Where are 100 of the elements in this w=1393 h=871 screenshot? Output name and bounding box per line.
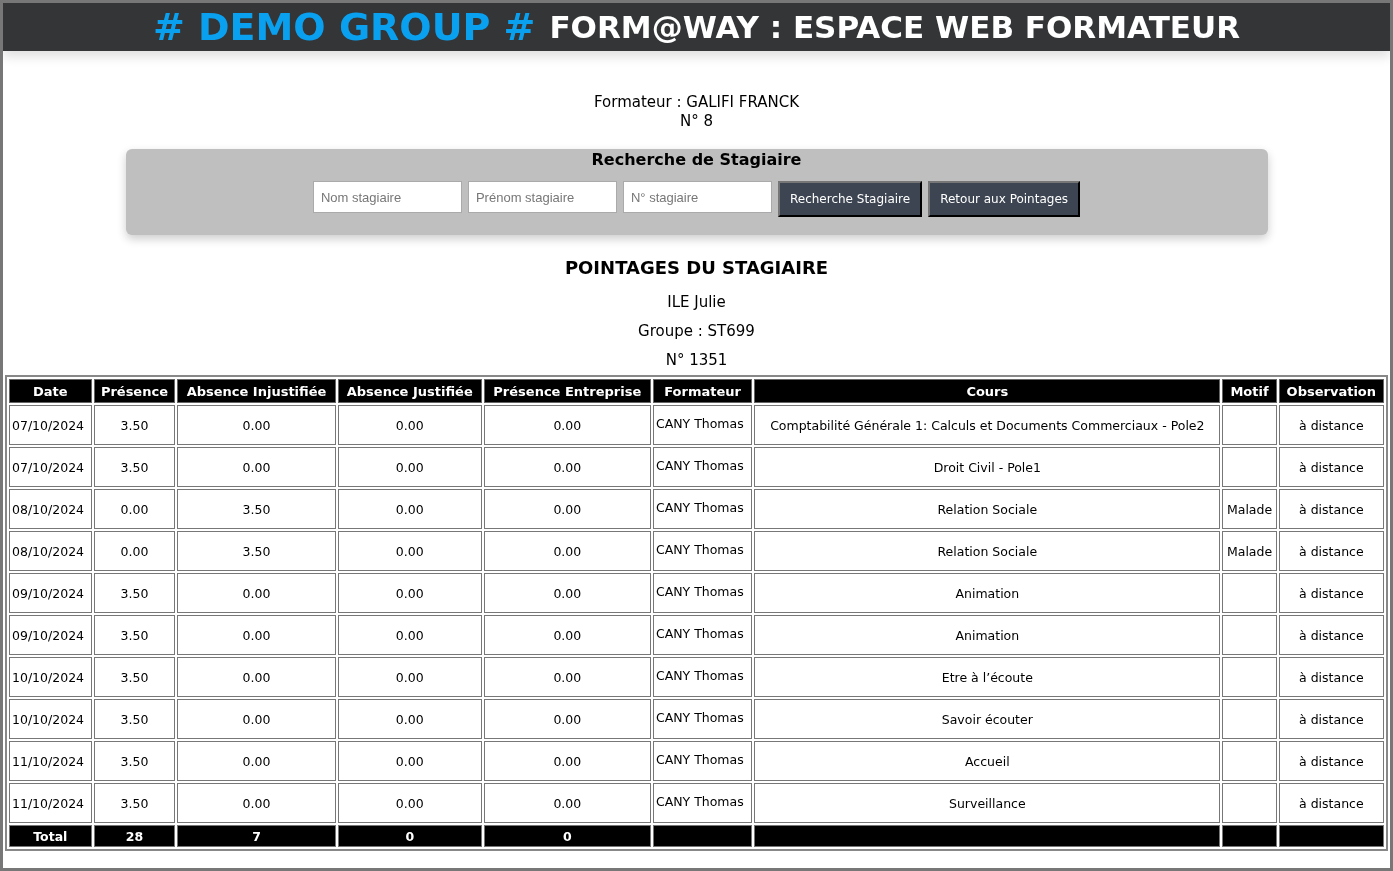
table-cell: 11/10/2024 xyxy=(9,783,92,823)
table-cell: CANY Thomas xyxy=(652,489,753,529)
table-cell: 0.00 xyxy=(483,741,651,781)
table-cell: à distance xyxy=(1278,531,1384,571)
table-cell: 0.00 xyxy=(337,489,482,529)
table-cell: 09/10/2024 xyxy=(9,573,92,613)
table-cell: 07/10/2024 xyxy=(9,447,92,487)
table-cell: Malade xyxy=(1222,489,1277,529)
table-cell: CANY Thomas xyxy=(652,699,753,739)
table-cell: à distance xyxy=(1278,741,1384,781)
table-cell: Etre à l’écoute xyxy=(754,657,1221,697)
table-cell: 0.00 xyxy=(177,405,336,445)
table-cell: 0.00 xyxy=(483,657,651,697)
table-cell: à distance xyxy=(1278,615,1384,655)
table-cell: 3.50 xyxy=(93,405,176,445)
table-cell: 0.00 xyxy=(337,405,482,445)
table-cell: à distance xyxy=(1278,489,1384,529)
table-cell: 0.00 xyxy=(337,573,482,613)
table-cell: 0.00 xyxy=(337,447,482,487)
table-cell: 08/10/2024 xyxy=(9,489,92,529)
table-cell xyxy=(1222,741,1277,781)
table-cell: 3.50 xyxy=(177,489,336,529)
column-header: Date xyxy=(9,379,92,403)
table-cell: 0.00 xyxy=(483,783,651,823)
table-cell xyxy=(1222,699,1277,739)
total-label: Total xyxy=(9,825,92,847)
total-cell: 0 xyxy=(483,825,651,847)
table-cell: 0.00 xyxy=(337,699,482,739)
search-field[interactable]: Nom stagiaire xyxy=(312,181,462,213)
table-cell: CANY Thomas xyxy=(652,657,753,697)
table-cell: à distance xyxy=(1278,573,1384,613)
table-cell: à distance xyxy=(1278,657,1384,697)
total-cell xyxy=(1222,825,1277,847)
table-cell: 0.00 xyxy=(337,741,482,781)
table-cell: Savoir écouter xyxy=(754,699,1221,739)
table-cell: à distance xyxy=(1278,447,1384,487)
table-cell: 3.50 xyxy=(93,699,176,739)
table-cell: 0.00 xyxy=(483,405,651,445)
table-cell: 0.00 xyxy=(177,657,336,697)
app-title: FORM@WAY : ESPACE WEB FORMATEUR xyxy=(549,9,1240,45)
table-cell xyxy=(1222,657,1277,697)
table-cell: Droit Civil - Pole1 xyxy=(754,447,1221,487)
table-cell: 3.50 xyxy=(93,783,176,823)
table-cell: 10/10/2024 xyxy=(9,699,92,739)
column-header: Absence Justifiée xyxy=(337,379,482,403)
trainer-number: N° 8 xyxy=(678,112,714,131)
search-field[interactable]: Prénom stagiaire xyxy=(467,181,617,213)
table-cell: Relation Sociale xyxy=(754,489,1221,529)
trainee-group: Groupe : ST699 xyxy=(3,317,1390,346)
trainee-name: ILE Julie xyxy=(666,292,727,313)
table-cell: 08/10/2024 xyxy=(9,531,92,571)
column-header: Absence Injustifiée xyxy=(177,379,336,403)
column-header: Cours xyxy=(754,379,1221,403)
table-cell: 0.00 xyxy=(177,699,336,739)
table-cell: 0.00 xyxy=(177,783,336,823)
column-header: Formateur xyxy=(652,379,753,403)
table-cell: 3.50 xyxy=(93,657,176,697)
column-header: Présence Entreprise xyxy=(483,379,651,403)
table-cell xyxy=(1222,573,1277,613)
search-button[interactable]: Recherche Stagiaire xyxy=(777,181,923,217)
table-cell: 0.00 xyxy=(483,573,651,613)
search-field[interactable]: N° stagiaire xyxy=(622,181,772,213)
table-cell: 09/10/2024 xyxy=(9,615,92,655)
table-cell: 3.50 xyxy=(93,741,176,781)
table-cell: 10/10/2024 xyxy=(9,657,92,697)
table-cell: 0.00 xyxy=(177,741,336,781)
table-cell: CANY Thomas xyxy=(652,447,753,487)
table-cell: Surveillance xyxy=(754,783,1221,823)
table-cell: CANY Thomas xyxy=(652,615,753,655)
table-cell: 3.50 xyxy=(93,573,176,613)
table-cell: Comptabilité Générale 1: Calculs et Documents Commerciaux - Pole2 xyxy=(754,405,1221,445)
section-title: POINTAGES DU STAGIAIRE xyxy=(563,257,830,278)
table-cell: 07/10/2024 xyxy=(9,405,92,445)
column-header: Motif xyxy=(1222,379,1277,403)
table-cell: Relation Sociale xyxy=(754,531,1221,571)
table-cell: 0.00 xyxy=(483,615,651,655)
table-cell: 0.00 xyxy=(483,489,651,529)
table-cell: CANY Thomas xyxy=(652,741,753,781)
table-cell: 3.50 xyxy=(93,615,176,655)
total-cell: 7 xyxy=(177,825,336,847)
table-cell xyxy=(1222,447,1277,487)
table-cell: 0.00 xyxy=(483,699,651,739)
brand-title: # DEMO GROUP # xyxy=(152,5,536,49)
trainee-number: N° 1351 xyxy=(664,350,729,371)
table-cell: à distance xyxy=(1278,699,1384,739)
table-cell: à distance xyxy=(1278,405,1384,445)
table-cell: 0.00 xyxy=(483,447,651,487)
table-cell: 0.00 xyxy=(337,531,482,571)
total-cell: 28 xyxy=(93,825,176,847)
table-cell: 0.00 xyxy=(93,489,176,529)
table-cell: Accueil xyxy=(754,741,1221,781)
table-cell: 0.00 xyxy=(93,531,176,571)
table-cell: 0.00 xyxy=(177,447,336,487)
search-button[interactable]: Retour aux Pointages xyxy=(928,181,1081,217)
table-cell: Malade xyxy=(1222,531,1277,571)
table-cell: CANY Thomas xyxy=(652,573,753,613)
trainer-name: Formateur : GALIFI FRANCK xyxy=(592,93,801,112)
table-cell xyxy=(1222,615,1277,655)
table-cell: 3.50 xyxy=(93,447,176,487)
table-cell: 0.00 xyxy=(337,615,482,655)
